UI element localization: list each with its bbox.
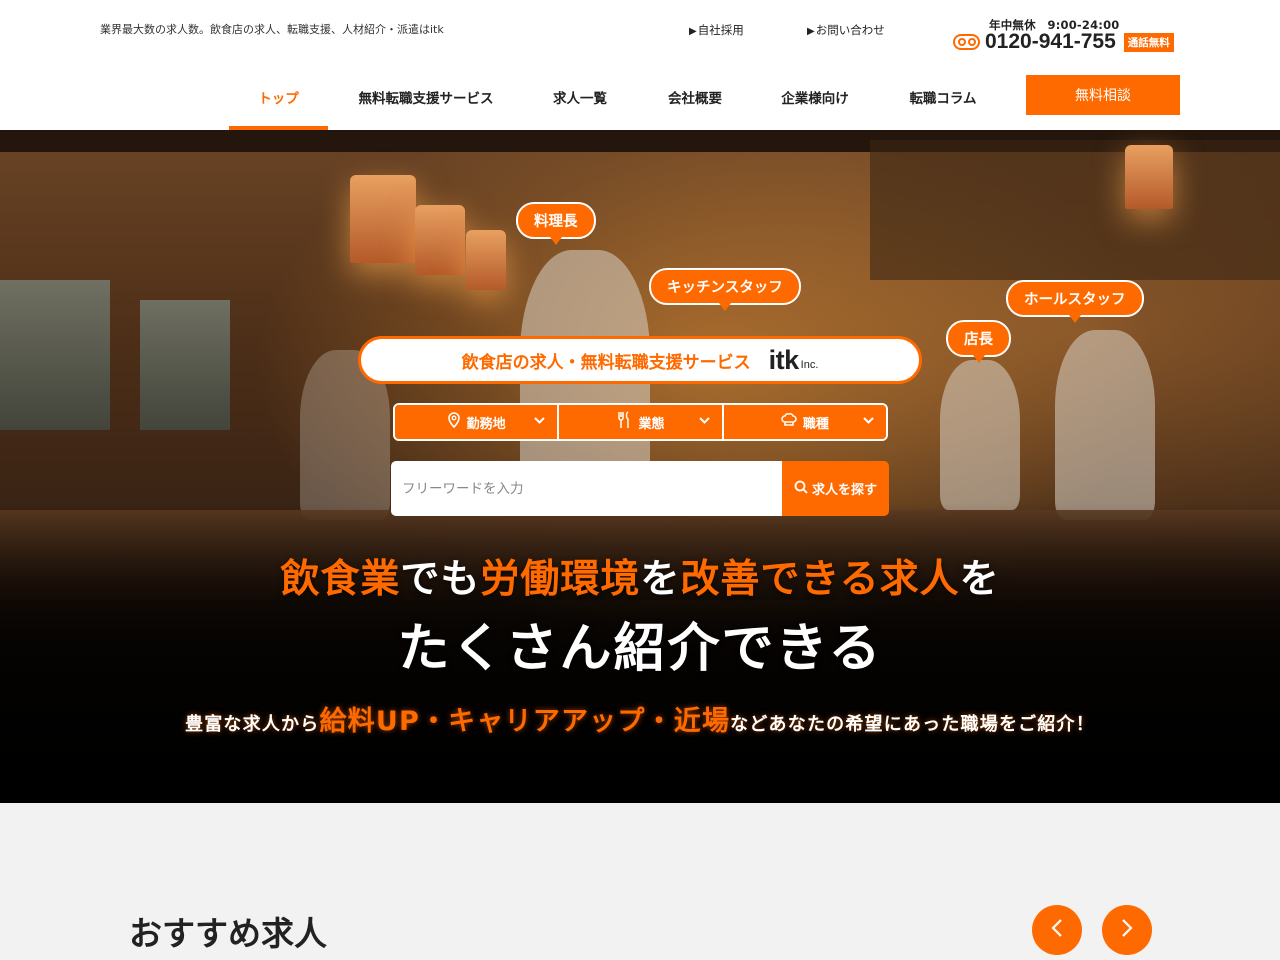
free-consultation-button[interactable]: 無料相談 xyxy=(1026,75,1180,115)
headline-text: を xyxy=(640,557,681,602)
recruit-link-label: 自社採用 xyxy=(697,23,744,37)
freedial-icon xyxy=(953,34,980,50)
headline-text: を xyxy=(959,557,1000,602)
job-bubble-hall-staff[interactable]: ホールスタッフ xyxy=(1006,280,1144,323)
job-type-dropdown-label: 職種 xyxy=(802,416,829,432)
carousel-prev-button[interactable] xyxy=(1032,905,1082,955)
contact-link[interactable]: ▶お問い合わせ xyxy=(807,22,885,38)
search-jobs-button[interactable]: 求人を探す xyxy=(782,461,889,516)
itk-logo: itk xyxy=(768,344,800,375)
job-bubble-store-manager[interactable]: 店長 xyxy=(946,320,1011,363)
keyword-search-input[interactable] xyxy=(391,461,782,516)
itk-logo-suffix: Inc. xyxy=(800,359,819,371)
recruit-link[interactable]: ▶自社採用 xyxy=(689,22,744,38)
business-type-dropdown-label: 業態 xyxy=(638,416,665,432)
recommended-jobs-section: おすすめ求人 xyxy=(0,803,1280,960)
chevron-down-icon xyxy=(698,415,710,428)
nav-item-job-list[interactable]: 求人一覧 xyxy=(540,75,620,130)
subline-text: などあなたの希望にあった職場をご紹介！ xyxy=(730,714,1095,735)
site-tagline: 業界最大数の求人数。飲食店の求人、転職支援、人材紹介・派遣はitk xyxy=(100,23,444,36)
job-bubble-head-chef[interactable]: 料理長 xyxy=(516,202,596,245)
keyword-search: 求人を探す xyxy=(391,461,889,516)
hero-headline-main: たくさん紹介できる xyxy=(397,619,883,679)
free-call-badge: 通話無料 xyxy=(1123,32,1174,52)
service-text: 飲食店の求人・無料転職支援サービス xyxy=(461,352,751,373)
subline-text: 豊富な求人から xyxy=(185,714,320,735)
headline-highlight: 労働環境 xyxy=(480,557,641,602)
search-filters: 勤務地 業態 職種 xyxy=(393,403,888,441)
hero-subline: 豊富な求人から給料UP・キャリアアップ・近場などあなたの希望にあった職場をご紹介… xyxy=(0,699,1280,738)
search-icon xyxy=(794,480,808,498)
chevron-down-icon xyxy=(863,415,874,428)
site-header: 業界最大数の求人数。飲食店の求人、転職支援、人材紹介・派遣はitk ▶自社採用 … xyxy=(0,0,1280,130)
nav-item-free-support[interactable]: 無料転職支援サービス xyxy=(350,75,502,130)
job-bubble-kitchen-staff[interactable]: キッチンスタッフ xyxy=(649,268,801,311)
search-jobs-button-label: 求人を探す xyxy=(811,483,877,498)
location-dropdown-label: 勤務地 xyxy=(466,416,506,432)
subline-highlight: 給料UP・キャリアアップ・近場 xyxy=(319,706,731,737)
chevron-down-icon xyxy=(534,415,546,428)
carousel-next-button[interactable] xyxy=(1102,905,1152,955)
location-dropdown[interactable]: 勤務地 xyxy=(395,405,560,439)
nav-item-company[interactable]: 会社概要 xyxy=(655,75,735,130)
map-pin-icon xyxy=(447,412,461,432)
nav-item-column[interactable]: 転職コラム xyxy=(899,75,987,130)
contact-link-label: お問い合わせ xyxy=(815,23,885,37)
hero-headline: 飲食業でも労働環境を改善できる求人を xyxy=(0,548,1280,604)
phone-number[interactable]: 0120-941-755 xyxy=(985,30,1116,54)
phone-contact[interactable]: 0120-941-755 通話無料 xyxy=(953,30,1174,54)
job-type-dropdown[interactable]: 職種 xyxy=(723,405,886,439)
service-banner: 飲食店の求人・無料転職支援サービス itk Inc. xyxy=(358,336,922,384)
business-type-dropdown[interactable]: 業態 xyxy=(559,405,724,439)
cutlery-icon xyxy=(616,411,632,433)
headline-text: でも xyxy=(400,557,481,602)
nav-item-for-companies[interactable]: 企業様向け xyxy=(771,75,859,130)
headline-highlight: 改善できる求人 xyxy=(680,557,960,602)
chef-hat-icon xyxy=(781,412,797,432)
headline-highlight: 飲食業 xyxy=(280,557,401,602)
chevron-right-icon xyxy=(1120,916,1134,944)
hero-section: 料理長 キッチンスタッフ ホールスタッフ 店長 飲食店の求人・無料転職支援サービ… xyxy=(0,130,1280,803)
triangle-icon: ▶ xyxy=(689,26,697,37)
nav-item-top[interactable]: トップ xyxy=(229,75,328,130)
triangle-icon: ▶ xyxy=(807,26,815,37)
section-title: おすすめ求人 xyxy=(129,914,327,953)
chevron-left-icon xyxy=(1050,916,1064,944)
